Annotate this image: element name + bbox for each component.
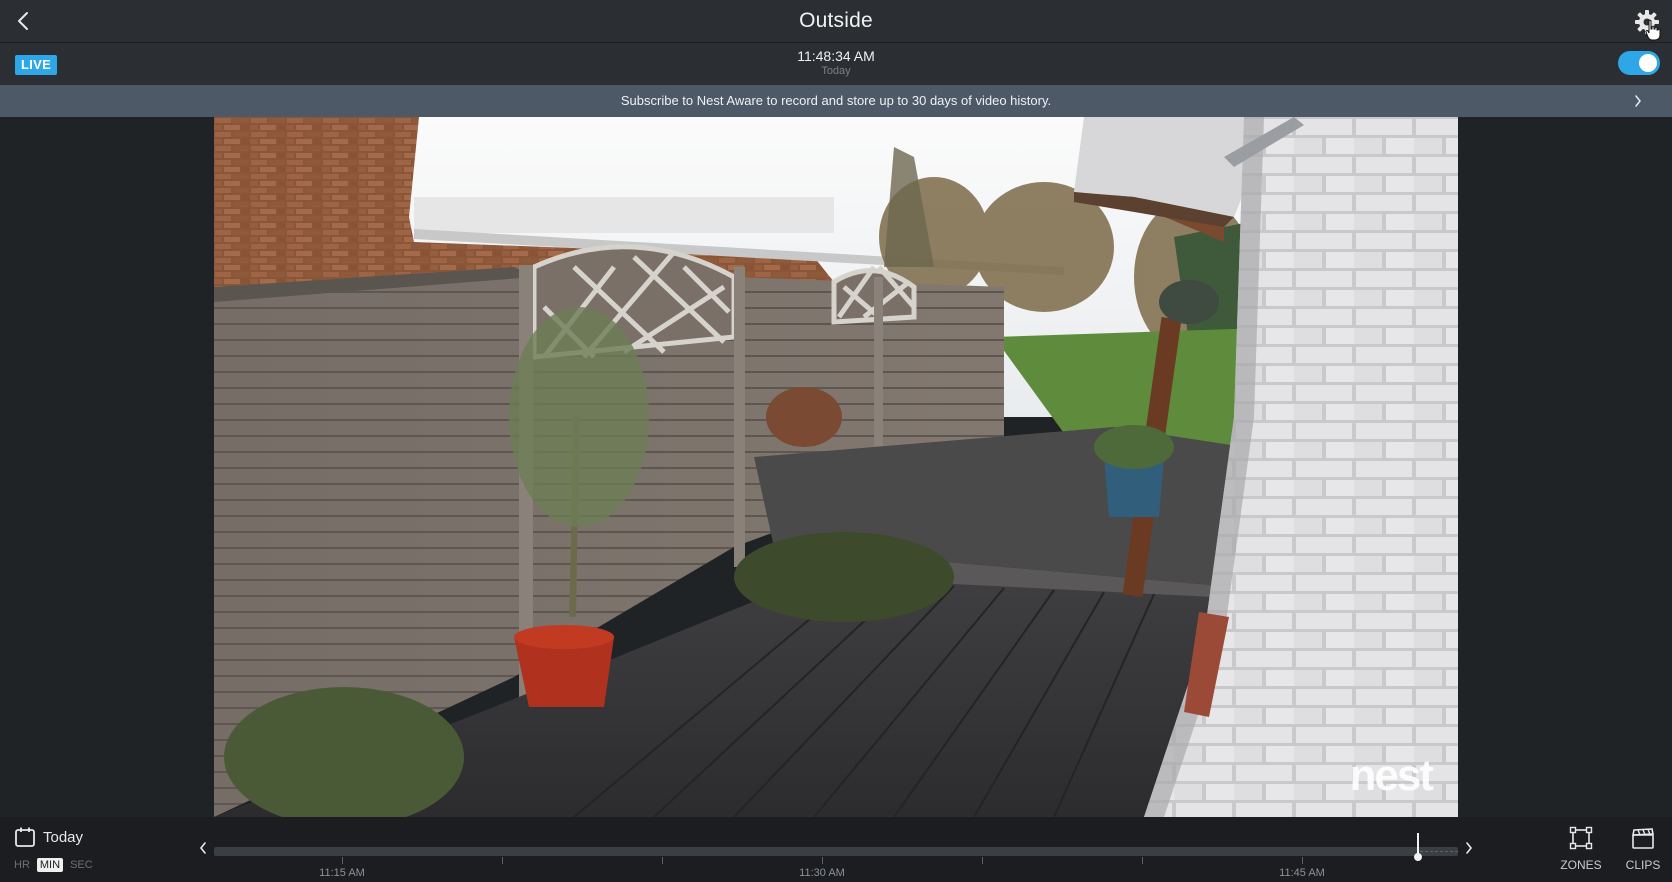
banner-text: Subscribe to Nest Aware to record and st… bbox=[620, 93, 1052, 108]
camera-feed[interactable]: nest bbox=[214, 117, 1458, 817]
timeline-tick bbox=[982, 857, 983, 864]
timeline-tick bbox=[502, 857, 503, 864]
nest-watermark: nest bbox=[1349, 751, 1434, 800]
status-bar: LIVE 11:48:34 AM Today bbox=[0, 43, 1672, 85]
timeline-scale: HR MIN SEC bbox=[14, 858, 93, 872]
timeline-future bbox=[1420, 851, 1458, 853]
timeline-tick bbox=[342, 857, 343, 864]
date-label: Today bbox=[43, 828, 84, 846]
timeline-prev-button[interactable] bbox=[198, 841, 208, 855]
camera-power-toggle[interactable] bbox=[1618, 51, 1660, 75]
date-picker-button[interactable]: Today bbox=[14, 826, 83, 848]
clips-label: CLIPS bbox=[1625, 858, 1661, 872]
timeline-tick bbox=[1302, 857, 1303, 864]
hand-pointer-icon bbox=[1645, 19, 1661, 41]
camera-image bbox=[214, 117, 1458, 817]
timeline-tick bbox=[822, 857, 823, 864]
nest-aware-banner[interactable]: Subscribe to Nest Aware to record and st… bbox=[0, 85, 1672, 117]
top-bar: Outside bbox=[0, 0, 1672, 43]
zones-button[interactable]: ZONES bbox=[1553, 826, 1609, 872]
timeline-tick bbox=[662, 857, 663, 864]
timeline-label: 11:15 AM bbox=[319, 867, 365, 879]
timeline-label: 11:45 AM bbox=[1279, 867, 1325, 879]
zones-label: ZONES bbox=[1560, 858, 1602, 872]
time-label: 11:48:34 AM bbox=[797, 48, 875, 64]
current-time: 11:48:34 AM Today bbox=[0, 48, 1672, 78]
zones-icon bbox=[1569, 826, 1593, 850]
scale-min[interactable]: MIN bbox=[36, 858, 64, 872]
clips-button[interactable]: CLIPS bbox=[1615, 826, 1671, 872]
chevron-right-icon bbox=[1635, 95, 1641, 107]
day-label: Today bbox=[821, 65, 851, 77]
scale-hr[interactable]: HR bbox=[14, 859, 30, 871]
playhead-handle[interactable] bbox=[1414, 853, 1422, 861]
timeline-scrubber[interactable]: 11:15 AM 11:30 AM 11:45 AM bbox=[214, 833, 1458, 879]
timeline-next-button[interactable] bbox=[1464, 841, 1474, 855]
settings-button[interactable] bbox=[1634, 9, 1661, 41]
timeline-label: 11:30 AM bbox=[799, 867, 845, 879]
timeline-track bbox=[214, 847, 1458, 856]
bottom-bar: Today HR MIN SEC 11:15 AM 11:30 AM 11:45… bbox=[0, 817, 1672, 882]
calendar-icon bbox=[15, 827, 35, 847]
toggle-knob bbox=[1639, 54, 1657, 72]
camera-title: Outside bbox=[799, 9, 873, 32]
scale-sec[interactable]: SEC bbox=[70, 859, 93, 871]
timeline-tick bbox=[1142, 857, 1143, 864]
clapperboard-icon bbox=[1632, 828, 1654, 849]
